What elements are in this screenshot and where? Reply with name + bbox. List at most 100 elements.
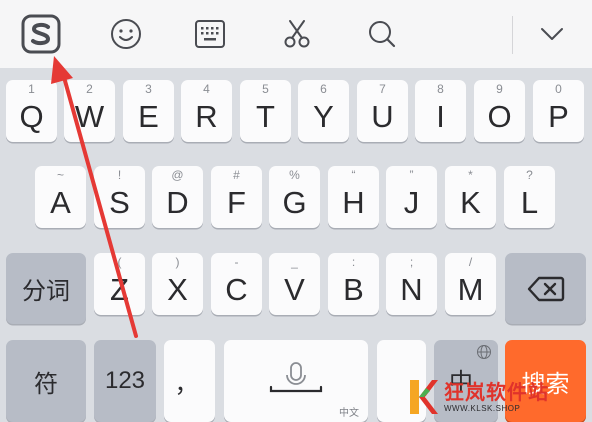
key-label: Y [313,99,334,134]
key-hint: 4 [203,82,210,96]
scissors-icon [284,20,310,48]
watermark: 狂岚软件站 WWW.KLSK.SHOP [408,372,592,422]
key-label: Z [110,272,129,307]
key-label: F [227,185,246,220]
space-sub-label: 中文 [339,408,359,419]
key-label: T [256,99,275,134]
key-label: E [138,99,159,134]
key-f[interactable]: # F [211,166,262,228]
key-hint: ( [117,255,122,269]
key-label: V [284,272,305,307]
key-p[interactable]: 0P [533,80,584,142]
emoji-icon [111,19,141,49]
key-q[interactable]: 1Q [6,80,57,142]
key-hint: # [233,168,240,182]
key-hint: 1 [28,82,35,96]
key-g[interactable]: % G [269,166,320,228]
key-label: R [195,99,218,134]
key-hint: : [351,255,356,269]
key-hint: 5 [262,82,269,96]
key-d[interactable]: @ D [152,166,203,228]
key-label: J [403,185,420,220]
key-hint: ; [409,255,414,269]
search-icon [369,21,396,48]
key-hint: ) [175,255,180,269]
key-hint: ? [526,168,533,182]
key-e[interactable]: 3E [123,80,174,142]
space-key[interactable]: 中文 [224,340,368,422]
key-m[interactable]: / M [445,253,496,315]
key-r[interactable]: 4R [181,80,232,142]
key-hint: ” [409,168,414,182]
key-label: 123 [104,367,146,394]
key-label: 符 [34,370,58,398]
key-label: B [343,272,364,307]
watermark-text: 狂岚软件站 WWW.KLSK.SHOP [444,382,549,413]
sogou-logo-button[interactable] [19,12,63,56]
key-label: O [487,99,512,134]
number-key[interactable]: 123 [94,340,156,422]
key-hint: ! [117,168,122,182]
key-n[interactable]: ; N [386,253,437,315]
key-k[interactable]: * K [445,166,496,228]
key-label: 分词 [22,278,70,305]
key-hint: 6 [320,82,327,96]
key-z[interactable]: (Z [94,253,145,315]
backspace-icon [527,276,564,301]
keyboard-switch-button[interactable] [188,12,232,56]
key-w[interactable]: 2W [64,80,115,142]
toolbar-divider [512,16,513,54]
key-hint: 2 [86,82,93,96]
key-label: P [548,99,569,134]
candidate-toolbar [0,0,592,68]
key-h[interactable]: “H [328,166,379,228]
sogou-logo-icon [21,14,61,54]
keyboard-icon [195,20,225,48]
key-hint: * [468,168,473,182]
key-label: D [166,185,189,220]
key-label: I [436,99,445,134]
key-l[interactable]: ? L [504,166,555,228]
key-label: X [167,272,188,307]
key-label: N [400,272,423,307]
scissors-button[interactable] [275,12,319,56]
key-label: S [109,185,130,220]
symbol-key[interactable]: 符 [6,340,86,422]
comma-key[interactable]: ， [164,340,215,422]
key-i[interactable]: 8I [415,80,466,142]
backspace-key[interactable] [505,253,586,324]
key-x[interactable]: ) X [152,253,203,315]
key-hint: - [234,255,239,269]
key-a[interactable]: ~ A [35,166,86,228]
key-v[interactable]: _ V [269,253,320,315]
key-hint: 9 [496,82,503,96]
key-b[interactable]: :B [328,253,379,315]
key-label: Q [19,99,44,134]
key-j[interactable]: ” J [386,166,437,228]
key-c[interactable]: -C [211,253,262,315]
key-label: C [225,272,248,307]
key-hint: “ [351,168,356,182]
key-hint: @ [171,168,184,182]
segment-word-key[interactable]: 分词 [6,253,86,324]
key-o[interactable]: 9O [474,80,525,142]
key-label: H [342,185,365,220]
key-hint: / [468,255,473,269]
key-label: ， [174,370,199,398]
emoji-button[interactable] [104,12,148,56]
key-u[interactable]: 7U [357,80,408,142]
collapse-keyboard-button[interactable] [530,12,574,56]
key-label: K [460,185,481,220]
search-button[interactable] [360,12,404,56]
key-hint: _ [291,255,298,269]
chevron-down-icon [541,28,563,40]
watermark-url: WWW.KLSK.SHOP [444,403,521,413]
key-hint: 8 [437,82,444,96]
key-label: A [50,185,71,220]
key-label: M [457,272,484,307]
key-y[interactable]: 6Y [298,80,349,142]
keyboard-area: 1Q 2W 3E 4R 5T 6Y 7U 8I 9O 0P ~ A ! S @ D #… [0,68,592,422]
key-t[interactable]: 5T [240,80,291,142]
key-s[interactable]: ! S [94,166,145,228]
key-hint: 3 [145,82,152,96]
